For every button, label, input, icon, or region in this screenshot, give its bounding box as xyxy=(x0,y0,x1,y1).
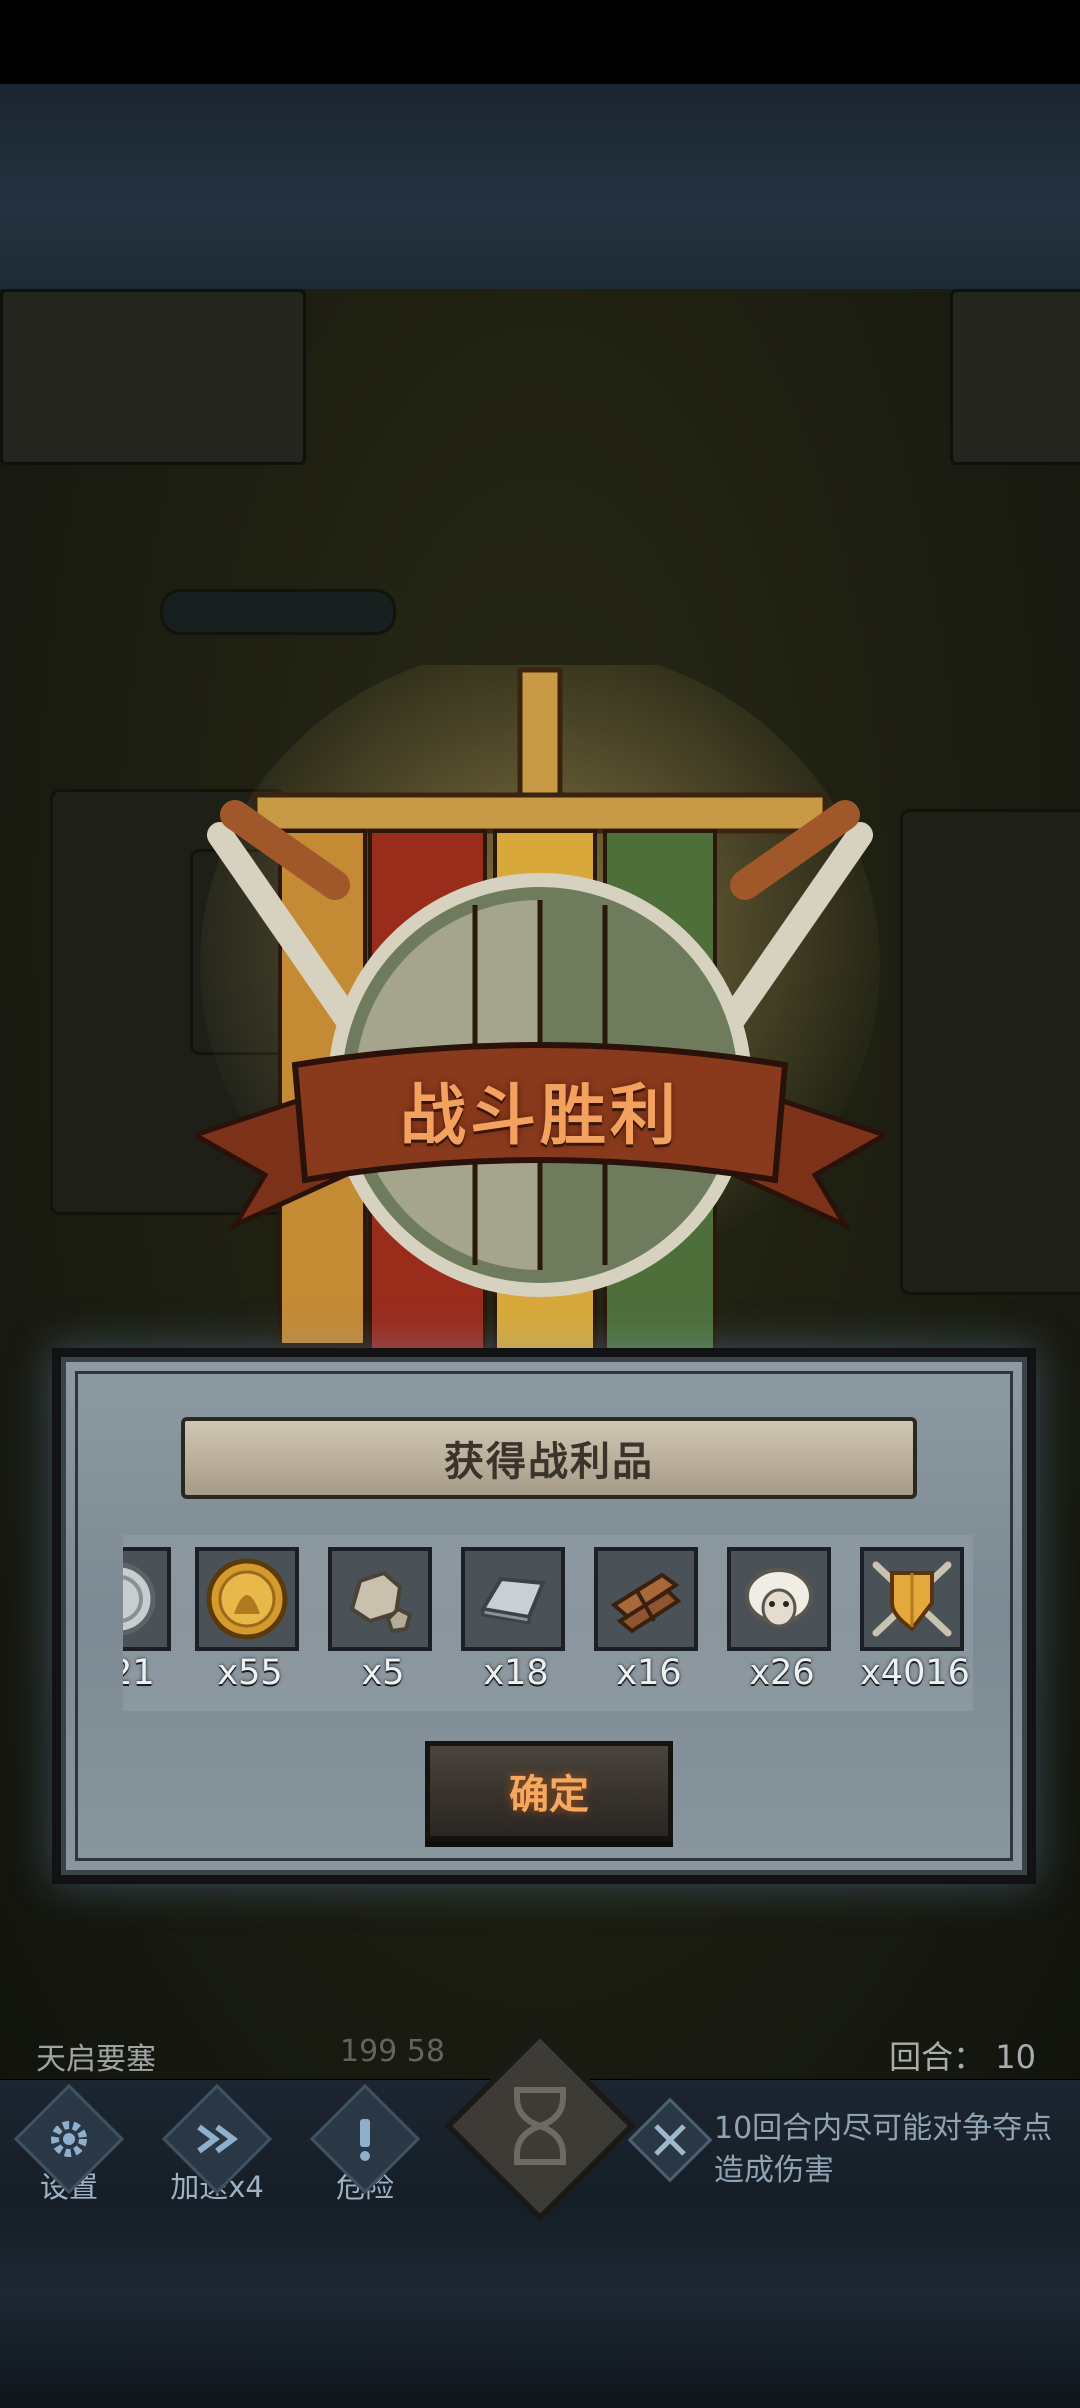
round-label: 回合： xyxy=(889,2038,986,2076)
fast-forward-icon xyxy=(197,2124,238,2154)
loot-item[interactable]: x5 xyxy=(328,1547,438,1693)
loot-dialog: 获得战利品 x21 x55 x5 x18 xyxy=(52,1348,1036,1884)
stone-icon xyxy=(349,1570,413,1634)
loot-header: 获得战利品 xyxy=(181,1417,917,1499)
gear-icon xyxy=(51,2121,87,2157)
item-slot xyxy=(195,1547,299,1651)
confirm-button-label: 确定 xyxy=(509,1772,589,1818)
silver-coin-icon xyxy=(123,1562,156,1636)
location-name: 天启要塞 xyxy=(36,2042,156,2077)
loot-item[interactable]: x55 xyxy=(195,1547,305,1693)
exclamation-icon xyxy=(360,2119,370,2161)
speed-button[interactable]: 加速x4 xyxy=(152,2083,282,2208)
loot-header-label: 获得战利品 xyxy=(444,1439,654,1485)
item-slot xyxy=(594,1547,698,1651)
item-quantity: x4016 xyxy=(860,1653,970,1693)
item-quantity: x16 xyxy=(616,1653,682,1693)
battle-victory-title: 战斗胜利 xyxy=(400,1077,680,1154)
gold-coin-icon xyxy=(206,1558,288,1640)
loot-item[interactable]: x16 xyxy=(594,1547,704,1693)
item-quantity: x21 xyxy=(123,1653,155,1693)
hourglass-icon xyxy=(514,2087,566,2165)
loot-item[interactable]: x4016 xyxy=(860,1547,970,1693)
honor-shield-icon xyxy=(872,1561,952,1637)
item-quantity: x26 xyxy=(749,1653,815,1693)
objective-text: 10回合内尽可能对争夺点造成伤害 xyxy=(714,2111,1053,2188)
confirm-button[interactable]: 确定 xyxy=(425,1741,673,1841)
loot-item-list[interactable]: x21 x55 x5 x18 x16 xyxy=(123,1535,973,1711)
item-slot xyxy=(123,1547,171,1651)
round-counter: 回合： 10 xyxy=(889,2032,1036,2078)
danger-button[interactable]: 危险 xyxy=(300,2083,430,2208)
item-slot xyxy=(860,1547,964,1651)
top-frame xyxy=(0,84,1080,289)
item-slot xyxy=(328,1547,432,1651)
item-quantity: x5 xyxy=(361,1653,405,1693)
item-slot xyxy=(461,1547,565,1651)
item-quantity: x18 xyxy=(483,1653,549,1693)
item-slot xyxy=(727,1547,831,1651)
loot-item[interactable]: x18 xyxy=(461,1547,571,1693)
crossed-swords-icon xyxy=(654,2124,686,2156)
round-value: 10 xyxy=(995,2038,1036,2076)
loot-item[interactable]: x21 xyxy=(123,1547,177,1693)
victory-emblem xyxy=(188,645,892,1357)
sheep-icon xyxy=(745,1568,813,1628)
settings-button[interactable]: 设置 xyxy=(4,2083,134,2208)
loot-item[interactable]: x26 xyxy=(727,1547,837,1693)
iron-ingot-icon xyxy=(479,1576,546,1625)
wood-planks-icon xyxy=(610,1572,682,1634)
hp-values: 199 58 xyxy=(340,2034,445,2069)
status-bar-area xyxy=(0,0,1080,84)
item-quantity: x55 xyxy=(217,1653,283,1693)
